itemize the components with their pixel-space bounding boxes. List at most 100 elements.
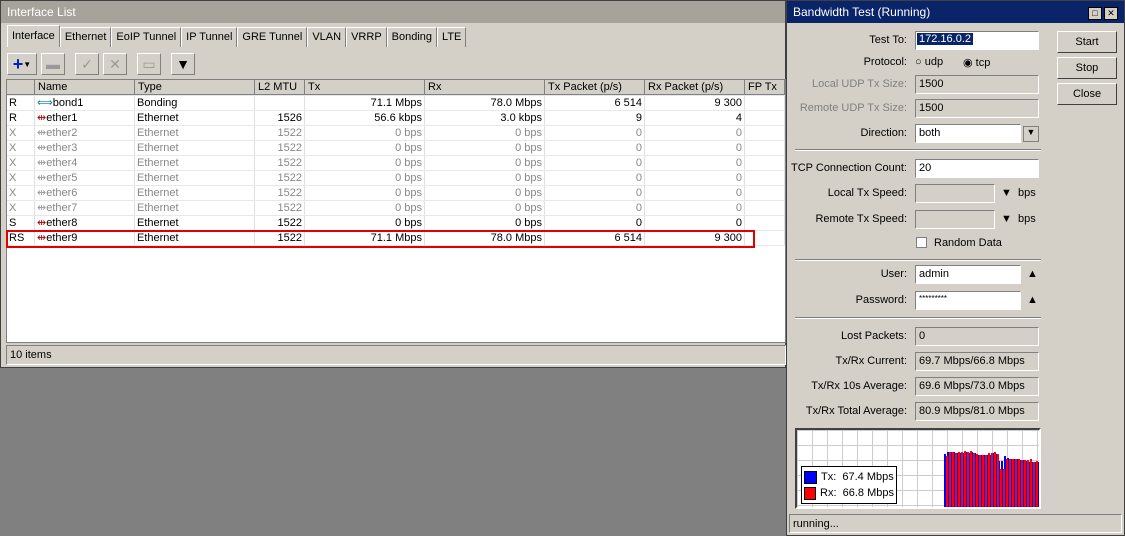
cell: 0 bps — [395, 157, 422, 169]
cell: 0 bps — [395, 172, 422, 184]
cell: 0 bps — [515, 127, 542, 139]
close-button[interactable]: Close — [1057, 83, 1117, 105]
remote-udp-label: Remote UDP Tx Size: — [799, 102, 907, 114]
ethernet-icon: ⇹ — [37, 202, 47, 214]
restore-button[interactable]: □ — [1088, 7, 1102, 20]
column-header[interactable]: Rx Packet (p/s) — [645, 80, 745, 95]
table-row[interactable]: R ⟺bond1 Bonding 71.1 Mbps 78.0 Mbps 6 514 9 3… — [7, 96, 785, 111]
tab-ip-tunnel[interactable]: IP Tunnel — [181, 27, 238, 47]
test-to-input[interactable]: 172.16.0.2 — [917, 33, 973, 45]
password-input[interactable]: ********* — [915, 291, 1021, 310]
cell: X — [9, 157, 17, 169]
cell: 0 bps — [515, 172, 542, 184]
ethernet-icon: ⇹ — [37, 142, 47, 154]
chevron-down-icon[interactable]: ▼ — [1023, 126, 1039, 142]
tab-lte[interactable]: LTE — [437, 27, 467, 47]
table-row[interactable]: X ⇹ether7 Ethernet 1522 0 bps 0 bps 0 0 — [7, 201, 785, 216]
cell: 0 bps — [515, 187, 542, 199]
cell: 0 bps — [515, 217, 542, 229]
cell: 1522 — [277, 127, 302, 139]
filter-button[interactable]: ▼ — [171, 53, 195, 75]
tcp-count-label: TCP Connection Count: — [791, 162, 907, 174]
add-button[interactable]: + ▼ — [7, 53, 37, 75]
disable-button[interactable]: ✕ — [103, 53, 127, 75]
local-udp-input[interactable]: 1500 — [915, 75, 1039, 94]
caret-up-icon[interactable]: ▲ — [1027, 268, 1038, 280]
comment-button[interactable]: ▭ — [137, 53, 161, 75]
protocol-label: Protocol: — [863, 56, 907, 68]
column-header[interactable]: Type — [135, 80, 255, 95]
tab-interface[interactable]: Interface — [7, 25, 60, 47]
tx-bar — [944, 453, 946, 507]
remote-udp-input[interactable]: 1500 — [915, 99, 1039, 118]
tcp-count-input[interactable]: 20 — [915, 159, 1039, 178]
cell: X — [9, 142, 17, 154]
table-row[interactable]: X ⇹ether3 Ethernet 1522 0 bps 0 bps 0 0 — [7, 141, 785, 156]
cell: R — [9, 112, 17, 124]
table-header: Name Type L2 MTU Tx Rx Tx Packet (p/s) Rx Pack… — [7, 80, 785, 96]
start-button[interactable]: Start — [1057, 31, 1117, 53]
cell: ether6 — [46, 187, 78, 199]
cell: X — [9, 187, 17, 199]
cell: Ethernet — [137, 157, 179, 169]
column-header[interactable]: Name — [35, 80, 135, 95]
rx-swatch — [804, 486, 817, 500]
udp-radio[interactable]: ○ udp — [915, 56, 943, 68]
ethernet-icon: ⇹ — [37, 172, 47, 184]
total-value: 80.9 Mbps/81.0 Mbps — [915, 402, 1039, 421]
remove-button[interactable]: ▬ — [41, 53, 65, 75]
ethernet-icon: ⇹ — [37, 127, 47, 139]
tcp-radio[interactable]: ◉ tcp — [963, 56, 990, 69]
chevron-down-icon[interactable]: ▼ — [1001, 187, 1012, 199]
tx-swatch — [804, 470, 817, 484]
user-input[interactable]: admin — [915, 265, 1021, 284]
table-row[interactable]: S ⇹ether8 Ethernet 1522 0 bps 0 bps 0 0 — [7, 216, 785, 231]
cell: ether3 — [46, 142, 78, 154]
cell: X — [9, 172, 17, 184]
column-header[interactable]: Tx Packet (p/s) — [545, 80, 645, 95]
column-header[interactable] — [7, 80, 35, 95]
interface-table: Name Type L2 MTU Tx Rx Tx Packet (p/s) Rx Pack… — [6, 79, 786, 343]
tab-vrrp[interactable]: VRRP — [346, 27, 387, 47]
column-header[interactable]: Tx — [305, 80, 425, 95]
column-header[interactable]: L2 MTU — [255, 80, 305, 95]
caret-up-icon[interactable]: ▲ — [1027, 294, 1038, 306]
bonding-icon: ⟺ — [37, 97, 53, 109]
table-row[interactable]: X ⇹ether6 Ethernet 1522 0 bps 0 bps 0 0 — [7, 186, 785, 201]
table-row[interactable]: R ⇹ether1 Ethernet 1526 56.6 kbps 3.0 kbps 9 4 — [7, 111, 785, 126]
user-label: User: — [880, 268, 907, 280]
local-speed-input[interactable] — [915, 184, 995, 203]
cell: 0 bps — [515, 157, 542, 169]
tab-eoip-tunnel[interactable]: EoIP Tunnel — [111, 27, 182, 47]
tab-gre-tunnel[interactable]: GRE Tunnel — [237, 27, 308, 47]
column-header[interactable]: FP Tx — [745, 80, 785, 95]
remote-speed-input[interactable] — [915, 210, 995, 229]
tab-vlan[interactable]: VLAN — [307, 27, 347, 47]
chevron-down-icon[interactable]: ▼ — [1001, 213, 1012, 225]
table-row[interactable]: X ⇹ether4 Ethernet 1522 0 bps 0 bps 0 0 — [7, 156, 785, 171]
enable-button[interactable]: ✓ — [75, 53, 99, 75]
direction-select[interactable]: both — [915, 124, 1021, 143]
table-row[interactable]: X ⇹ether5 Ethernet 1522 0 bps 0 bps 0 0 — [7, 171, 785, 186]
legend-tx: Tx: 67.4 Mbps — [821, 471, 894, 483]
table-row[interactable]: X ⇹ether2 Ethernet 1522 0 bps 0 bps 0 0 — [7, 126, 785, 141]
random-data-checkbox[interactable] — [916, 237, 927, 248]
column-header[interactable]: Rx — [425, 80, 545, 95]
cell: 0 bps — [395, 127, 422, 139]
cell: 0 — [735, 187, 742, 199]
close-window-button[interactable]: ✕ — [1104, 7, 1118, 20]
cell: 0 bps — [395, 217, 422, 229]
cell: X — [9, 127, 17, 139]
cell: 0 — [635, 142, 642, 154]
legend-rx: Rx: 66.8 Mbps — [820, 487, 894, 499]
cell: Ethernet — [137, 217, 179, 229]
tab-bonding[interactable]: Bonding — [386, 27, 438, 47]
tab-ethernet[interactable]: Ethernet — [59, 27, 112, 47]
cell: 6 514 — [614, 97, 642, 109]
cell: 4 — [735, 112, 742, 124]
chart-legend: Tx: 67.4 Mbps Rx: 66.8 Mbps — [801, 466, 897, 504]
cell: 78.0 Mbps — [490, 97, 542, 109]
cell: Ethernet — [137, 112, 179, 124]
cell: 56.6 kbps — [374, 112, 422, 124]
stop-button[interactable]: Stop — [1057, 57, 1117, 79]
